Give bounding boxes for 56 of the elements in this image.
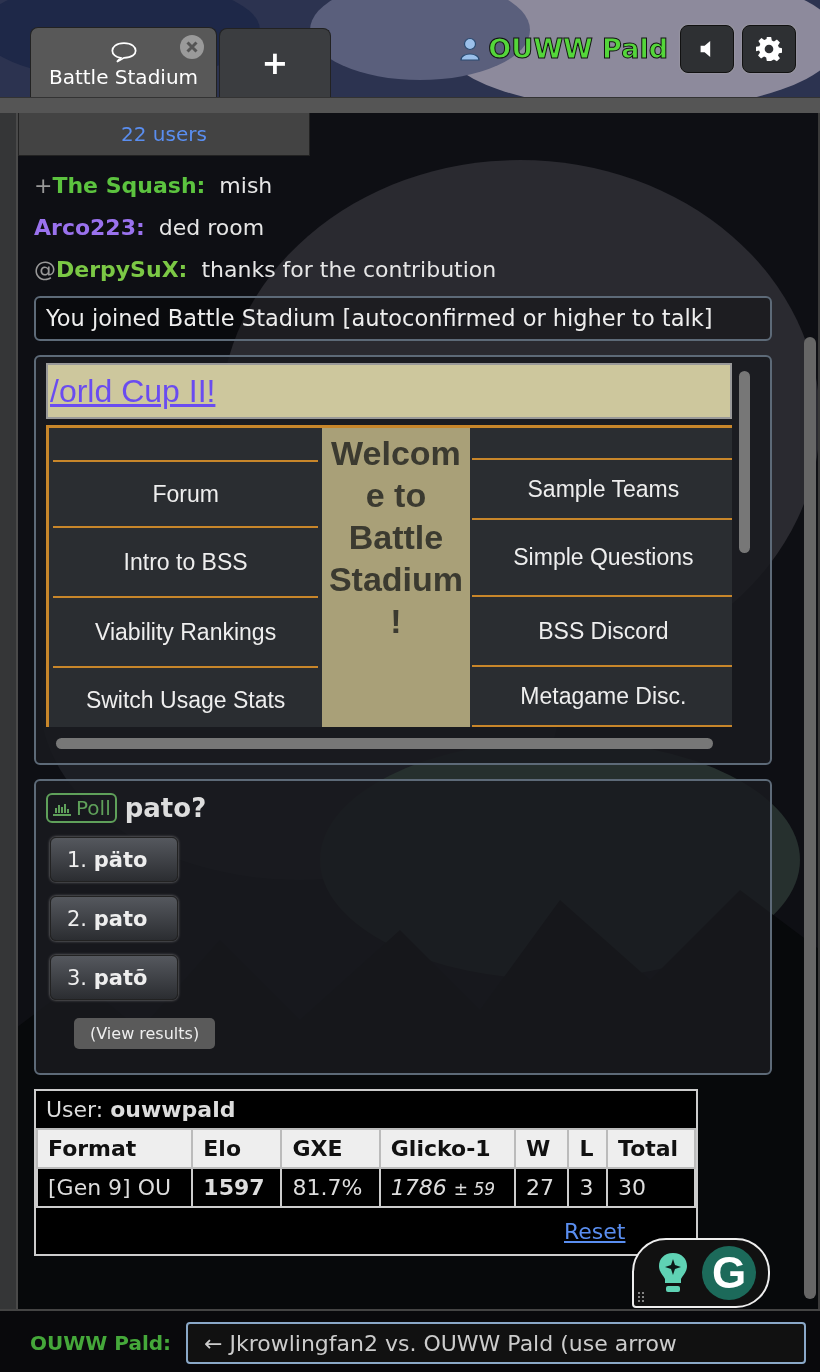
room-tab[interactable]: Battle Stadium [30, 27, 217, 97]
table-cell: 27 [514, 1168, 569, 1207]
message-input[interactable]: ← Jkrowlingfan2 vs. OUWW Pald (use arrow [186, 1322, 806, 1364]
column-header: Glicko-1 [379, 1129, 515, 1168]
chat-message: thanks for the contribution [201, 256, 497, 282]
column-header: Format [37, 1129, 193, 1168]
speech-bubble-icon [109, 42, 138, 63]
chat-message: ded room [158, 214, 265, 240]
reset-link[interactable]: Reset [564, 1218, 626, 1244]
poll-question: pato? [124, 793, 207, 823]
resource-link[interactable]: Sample Teams [471, 460, 732, 520]
close-icon[interactable] [180, 35, 204, 59]
chat-username[interactable]: The Squash: [52, 172, 206, 198]
resource-link[interactable]: Switch Usage Stats [53, 668, 319, 727]
resource-link[interactable]: Simple Questions [471, 520, 732, 597]
column-header: Total [607, 1129, 695, 1168]
composer-username: OUWW Pald: [30, 1331, 173, 1355]
sound-button[interactable] [680, 24, 734, 73]
chat-message: mish [219, 172, 273, 198]
assistant-button[interactable]: G [702, 1246, 756, 1300]
scrollbar[interactable] [804, 337, 816, 1299]
column-header: Elo [192, 1129, 282, 1168]
table-cell: [Gen 9] OU [37, 1168, 193, 1207]
chat-username[interactable]: Arco223: [34, 214, 145, 240]
settings-icon [756, 35, 782, 62]
drag-handle-icon[interactable] [638, 1292, 644, 1302]
poll-label: Poll [76, 796, 111, 820]
poll-option[interactable]: 2. pato [50, 896, 178, 941]
poll-option[interactable]: 3. patõ [50, 955, 178, 1000]
welcome-heading: Welcome to Battle Stadium! [327, 433, 465, 642]
scrollbar[interactable] [56, 738, 713, 749]
table-cell: 1597 [192, 1168, 282, 1207]
view-results-button[interactable]: (View results) [74, 1018, 216, 1049]
poll-option[interactable]: 1. päto [50, 837, 178, 882]
join-notice: You joined Battle Stadium [autoconfirmed or higher to talk] [34, 296, 772, 341]
user-rank: @ [34, 256, 56, 282]
resource-link[interactable]: Viability Rankings [53, 598, 319, 668]
table-cell: 3 [568, 1168, 608, 1207]
column-header: L [568, 1129, 608, 1168]
room-tab[interactable]: + [219, 28, 331, 97]
resource-link[interactable]: BSS Discord [471, 597, 732, 667]
resource-link[interactable]: Metagame Disc. [471, 667, 732, 727]
table-cell: 30 [607, 1168, 695, 1207]
lightbulb-icon[interactable] [658, 1251, 688, 1295]
table-cell: 1786 ± 59 [379, 1168, 515, 1207]
column-header: W [514, 1129, 569, 1168]
chat-username[interactable]: DerpySuX: [56, 256, 188, 282]
resource-link[interactable]: Intro to BSS [53, 528, 319, 598]
user-icon [460, 36, 481, 61]
column-header: GXE [281, 1129, 380, 1168]
scrollbar[interactable] [739, 371, 750, 553]
resource-link[interactable]: Forum [53, 462, 319, 528]
ladder-user: User: ouwwpald [45, 1096, 237, 1124]
user-rank: + [34, 172, 53, 198]
settings-button[interactable] [742, 24, 796, 73]
table-cell: 81.7% [281, 1168, 380, 1207]
